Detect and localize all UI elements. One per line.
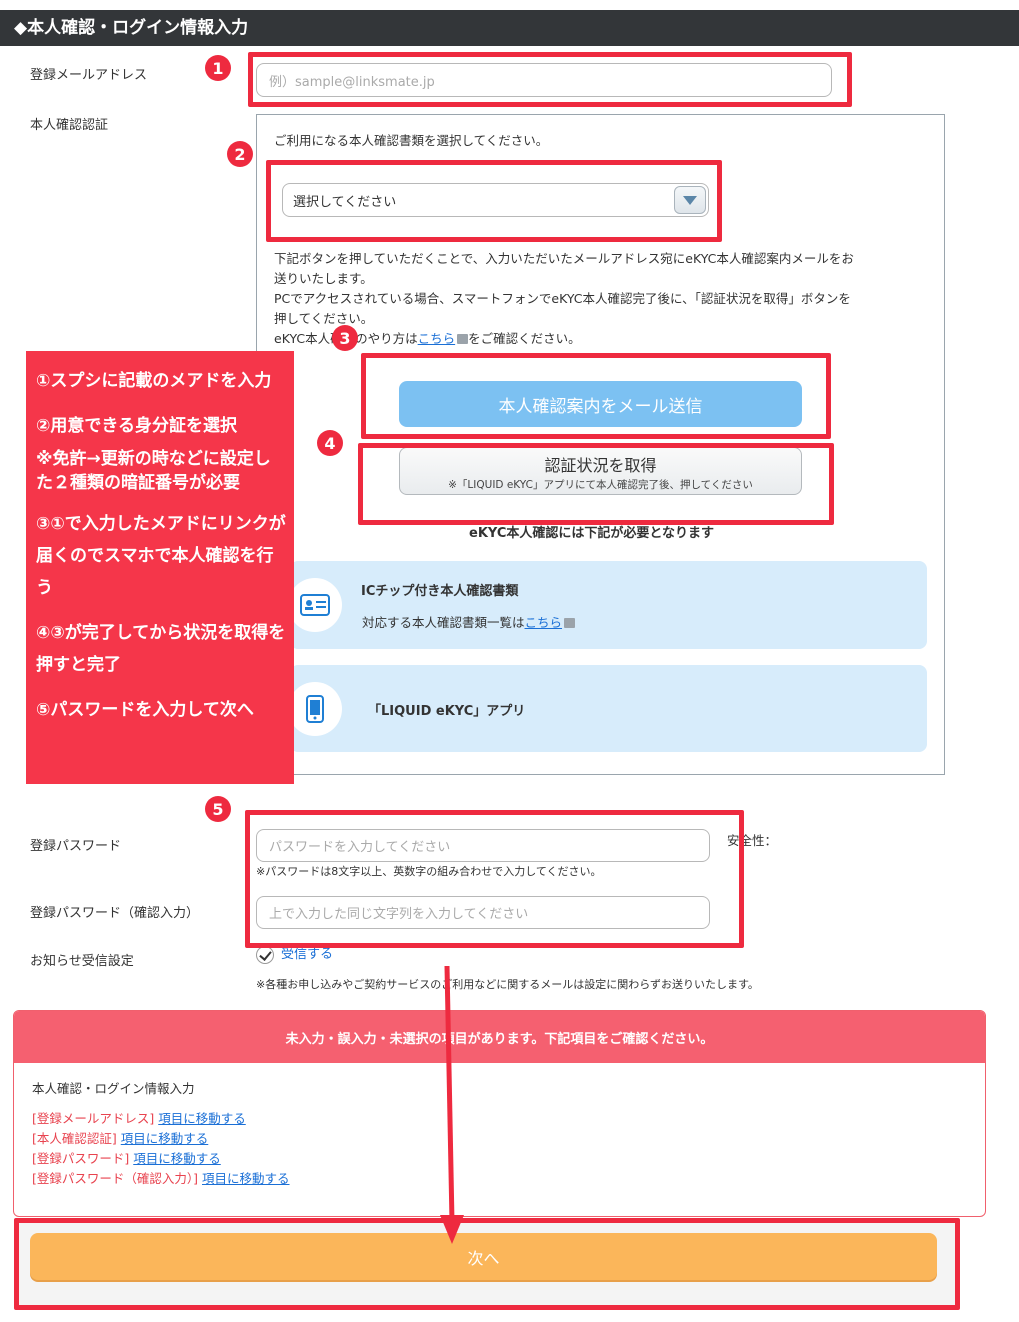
arrow-to-next [440, 965, 464, 1244]
